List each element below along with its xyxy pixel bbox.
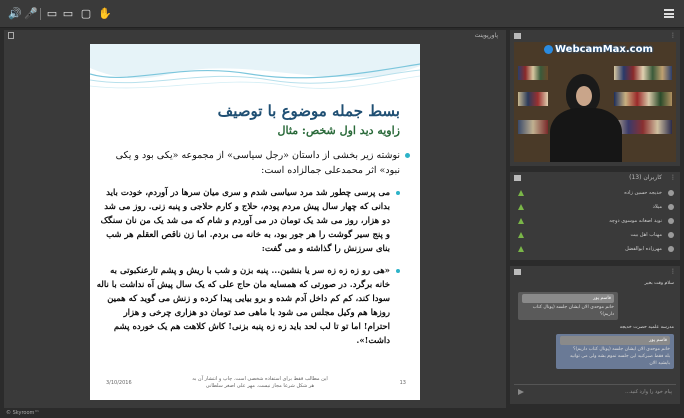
user-name: مهناب اهل بیت [630, 232, 662, 238]
chat-icon [514, 269, 521, 275]
copyright: © Skyroom™ [6, 410, 40, 416]
user-name: خدیجه حسین زاده [624, 190, 662, 196]
microphone-icon[interactable]: 🎤 [24, 8, 38, 20]
user-item[interactable]: مهرزاده ابوالفضل [510, 242, 680, 256]
bookshelf-books [614, 120, 672, 134]
quoted-author: قاسم پور [560, 336, 670, 345]
slide-page-number: 13 [399, 380, 406, 386]
user-name: نوید اصغانه موسوی دوچه [609, 218, 662, 224]
bookshelf-books [614, 92, 672, 106]
user-name: میلاد [652, 204, 662, 210]
panel-header: کاربران (13) ⋮ [510, 172, 680, 184]
slide-paragraph: می پرسی چطور شد مرد سیاسی شدم و سری میان… [96, 186, 410, 256]
whiteboard-icon[interactable]: ▢ [80, 8, 92, 20]
document-icon[interactable] [8, 32, 14, 39]
video-icon[interactable]: ▭ [46, 8, 58, 20]
hand-raise-icon[interactable]: ✋ [98, 8, 112, 20]
webcam-logo-icon [544, 44, 553, 54]
user-status-icon [518, 218, 524, 224]
slide-intro: نوشته زیر بخشی از داستان «رجل سیاسی» از … [96, 148, 410, 178]
user-status-icon [518, 190, 524, 196]
slide-body: نوشته زیر بخشی از داستان «رجل سیاسی» از … [96, 148, 410, 348]
more-options-icon[interactable]: ⋮ [670, 266, 676, 278]
user-item[interactable]: میلاد [510, 200, 680, 214]
chat-message: قاسم پور خانم موحدی الان ایشان جلسه (پون… [518, 292, 618, 320]
user-item[interactable]: خدیجه حسین زاده [510, 186, 680, 200]
chat-panel: ⋮ سلام وقت بخیر قاسم پور خانم موحدی الان… [510, 266, 680, 404]
user-status-icon [518, 204, 524, 210]
user-avatar-icon [668, 204, 674, 210]
users-icon [514, 175, 521, 181]
webcam-video: WebcamMax.com [514, 42, 676, 162]
chat-messages: سلام وقت بخیر قاسم پور خانم موحدی الان ا… [514, 280, 676, 380]
slide-footer-note: این مطالب فقط برای استفاده شخصی است. چاپ… [192, 376, 328, 389]
slide-subtitle: زاویه دید اول شخص: مثال [277, 124, 400, 137]
panel-header: ⋮ [510, 30, 680, 42]
video-panel: ⋮ WebcamMax.com [510, 30, 680, 166]
slide-title: بسط جمله موضوع با توصیف [217, 102, 400, 120]
bookshelf-books [614, 66, 672, 80]
panel-title: پاورپوینت [474, 32, 498, 39]
slide-paragraph: «هی رو زه زه زه سر یا بنشین... پنبه بزن … [96, 264, 410, 348]
slide: بسط جمله موضوع با توصیف زاویه دید اول شخ… [90, 44, 420, 400]
chat-input[interactable]: پیام خود را وارد کنید... [514, 384, 676, 398]
user-name: مهرزاده ابوالفضل [625, 246, 662, 252]
person-face [576, 86, 592, 106]
bookshelf-books [518, 92, 548, 106]
toolbar-divider [40, 8, 41, 20]
bookshelf-books [518, 66, 548, 80]
camera-icon [514, 33, 521, 39]
slide-date: 3/10/2016 [106, 380, 132, 386]
more-options-icon[interactable]: ⋮ [670, 30, 676, 42]
person-body [550, 108, 622, 162]
slide-footer: 3/10/2016 این مطالب فقط برای استفاده شخص… [90, 374, 420, 394]
quoted-author: قاسم پور [522, 294, 614, 303]
user-avatar-icon [668, 190, 674, 196]
send-icon[interactable] [518, 389, 524, 395]
user-status-icon [518, 246, 524, 252]
chat-message: مدرسه علمیه حضرت خدیجه [619, 325, 674, 330]
panel-header: پاورپوینت [4, 30, 506, 42]
chat-message: قاسم پور خانم موحدی الان ایشان جلسه (پون… [556, 334, 674, 369]
more-options-icon[interactable]: ⋮ [670, 172, 676, 184]
users-title: کاربران (13) [629, 174, 662, 181]
status-bar: © Skyroom™ [0, 408, 684, 418]
menu-icon[interactable] [664, 9, 674, 18]
user-item[interactable]: نوید اصغانه موسوی دوچه [510, 214, 680, 228]
panel-header: ⋮ [510, 266, 680, 278]
screen-share-icon[interactable]: ▭ [62, 8, 74, 20]
chat-input-placeholder: پیام خود را وارد کنید... [625, 389, 672, 395]
chat-message: سلام وقت بخیر [644, 281, 674, 286]
user-item[interactable]: مهناب اهل بیت [510, 228, 680, 242]
presentation-panel: پاورپوینت بسط جمله موضوع با توصیف زاویه … [4, 30, 506, 408]
message-text: خانم موحدی الان ایشان جلسه (پونال کتاب د… [573, 347, 670, 352]
user-list: خدیجه حسین زاده میلاد نوید اصغانه موسوی … [510, 186, 680, 256]
message-text: بله فقط صبرکنید این جلسه تموم بشه ولی می… [569, 354, 670, 366]
bookshelf-books [518, 120, 548, 134]
user-avatar-icon [668, 246, 674, 252]
user-avatar-icon [668, 218, 674, 224]
message-text: خانم موحدی الان ایشان جلسه (پونال کتاب د… [532, 305, 614, 317]
slide-wave-decoration [90, 44, 420, 89]
watermark: WebcamMax.com [544, 44, 653, 55]
speaker-icon[interactable]: 🔊 [8, 8, 22, 20]
user-avatar-icon [668, 232, 674, 238]
top-toolbar: 🔊 🎤 ▭ ▭ ▢ ✋ [0, 0, 684, 28]
users-panel: کاربران (13) ⋮ خدیجه حسین زاده میلاد نوی… [510, 172, 680, 260]
user-status-icon [518, 232, 524, 238]
watermark-text: WebcamMax.com [555, 44, 653, 55]
